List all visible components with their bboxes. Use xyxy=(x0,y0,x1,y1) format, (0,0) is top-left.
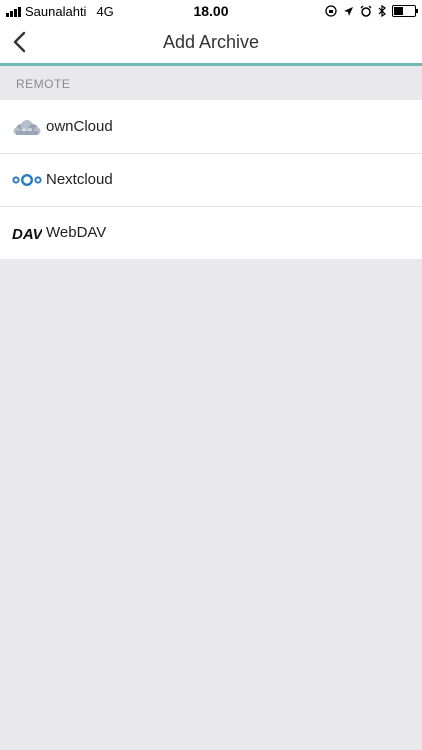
location-icon xyxy=(344,6,353,16)
alarm-icon xyxy=(360,5,372,17)
screen-rotation-lock-icon xyxy=(325,5,337,17)
battery-icon xyxy=(392,5,418,17)
section-header-remote: REMOTE xyxy=(0,66,422,100)
status-bar: Saunalahti 4G 18.00 xyxy=(0,0,422,22)
navigation-bar: Add Archive xyxy=(0,22,422,66)
page-title: Add Archive xyxy=(162,32,260,52)
status-right xyxy=(325,5,418,17)
list-item-label: ownCloud xyxy=(46,118,113,135)
battery-level xyxy=(394,7,403,15)
list-item-owncloud[interactable]: ownCloud xyxy=(0,100,422,153)
list-item-label: Nextcloud xyxy=(46,171,113,188)
list-item-nextcloud[interactable]: Nextcloud xyxy=(0,153,422,206)
bluetooth-icon xyxy=(378,5,386,17)
nextcloud-icon xyxy=(12,170,42,190)
svg-text:DAV: DAV xyxy=(12,226,42,241)
owncloud-icon xyxy=(12,117,42,137)
list-item-label: WebDAV xyxy=(46,224,107,241)
webdav-icon: DAV xyxy=(12,223,42,243)
section-header-label: REMOTE xyxy=(16,77,71,91)
list-item-webdav[interactable]: DAV WebDAV xyxy=(0,206,422,259)
archive-type-list: ownCloud Nextcloud DAV WebDAV xyxy=(0,100,422,259)
